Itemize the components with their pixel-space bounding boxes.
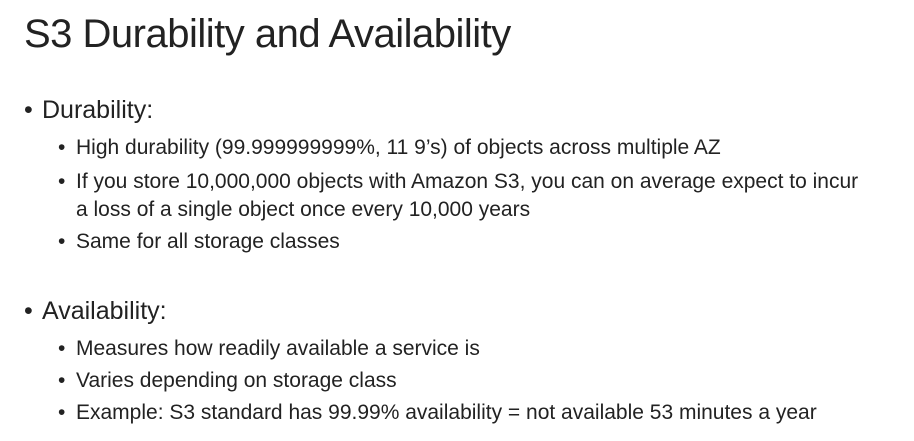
bullet-icon: • bbox=[58, 230, 66, 253]
section-heading-label: Availability: bbox=[42, 297, 167, 325]
list-item-text: High durability (99.999999999%, 11 9’s) … bbox=[76, 136, 721, 159]
list-item: • Measures how readily available a servic… bbox=[58, 335, 876, 363]
list-item-text: If you store 10,000,000 objects with Ama… bbox=[76, 170, 859, 221]
bullet-icon: • bbox=[58, 401, 66, 424]
bullet-icon: • bbox=[24, 96, 33, 124]
bullet-icon: • bbox=[58, 337, 66, 360]
list-item-text: Example: S3 standard has 99.99% availabi… bbox=[76, 401, 817, 424]
list-item-text: Measures how readily available a service… bbox=[76, 337, 480, 360]
section-heading-durability: • Durability: bbox=[24, 96, 153, 125]
bullet-icon: • bbox=[58, 170, 66, 193]
section-heading-availability: • Availability: bbox=[24, 297, 167, 326]
list-item: • High durability (99.999999999%, 11 9’s)… bbox=[58, 134, 876, 162]
list-item: • Same for all storage classes bbox=[58, 228, 876, 256]
bullet-icon: • bbox=[24, 297, 33, 325]
list-item: • Varies depending on storage class bbox=[58, 367, 876, 395]
list-item: • Example: S3 standard has 99.99% availab… bbox=[58, 399, 876, 427]
bullet-icon: • bbox=[58, 369, 66, 392]
list-item: • If you store 10,000,000 objects with Am… bbox=[58, 168, 866, 224]
list-item-text: Varies depending on storage class bbox=[76, 369, 397, 392]
slide-title: S3 Durability and Availability bbox=[24, 12, 511, 56]
section-heading-label: Durability: bbox=[42, 96, 154, 124]
bullet-icon: • bbox=[58, 136, 66, 159]
list-item-text: Same for all storage classes bbox=[76, 230, 340, 253]
